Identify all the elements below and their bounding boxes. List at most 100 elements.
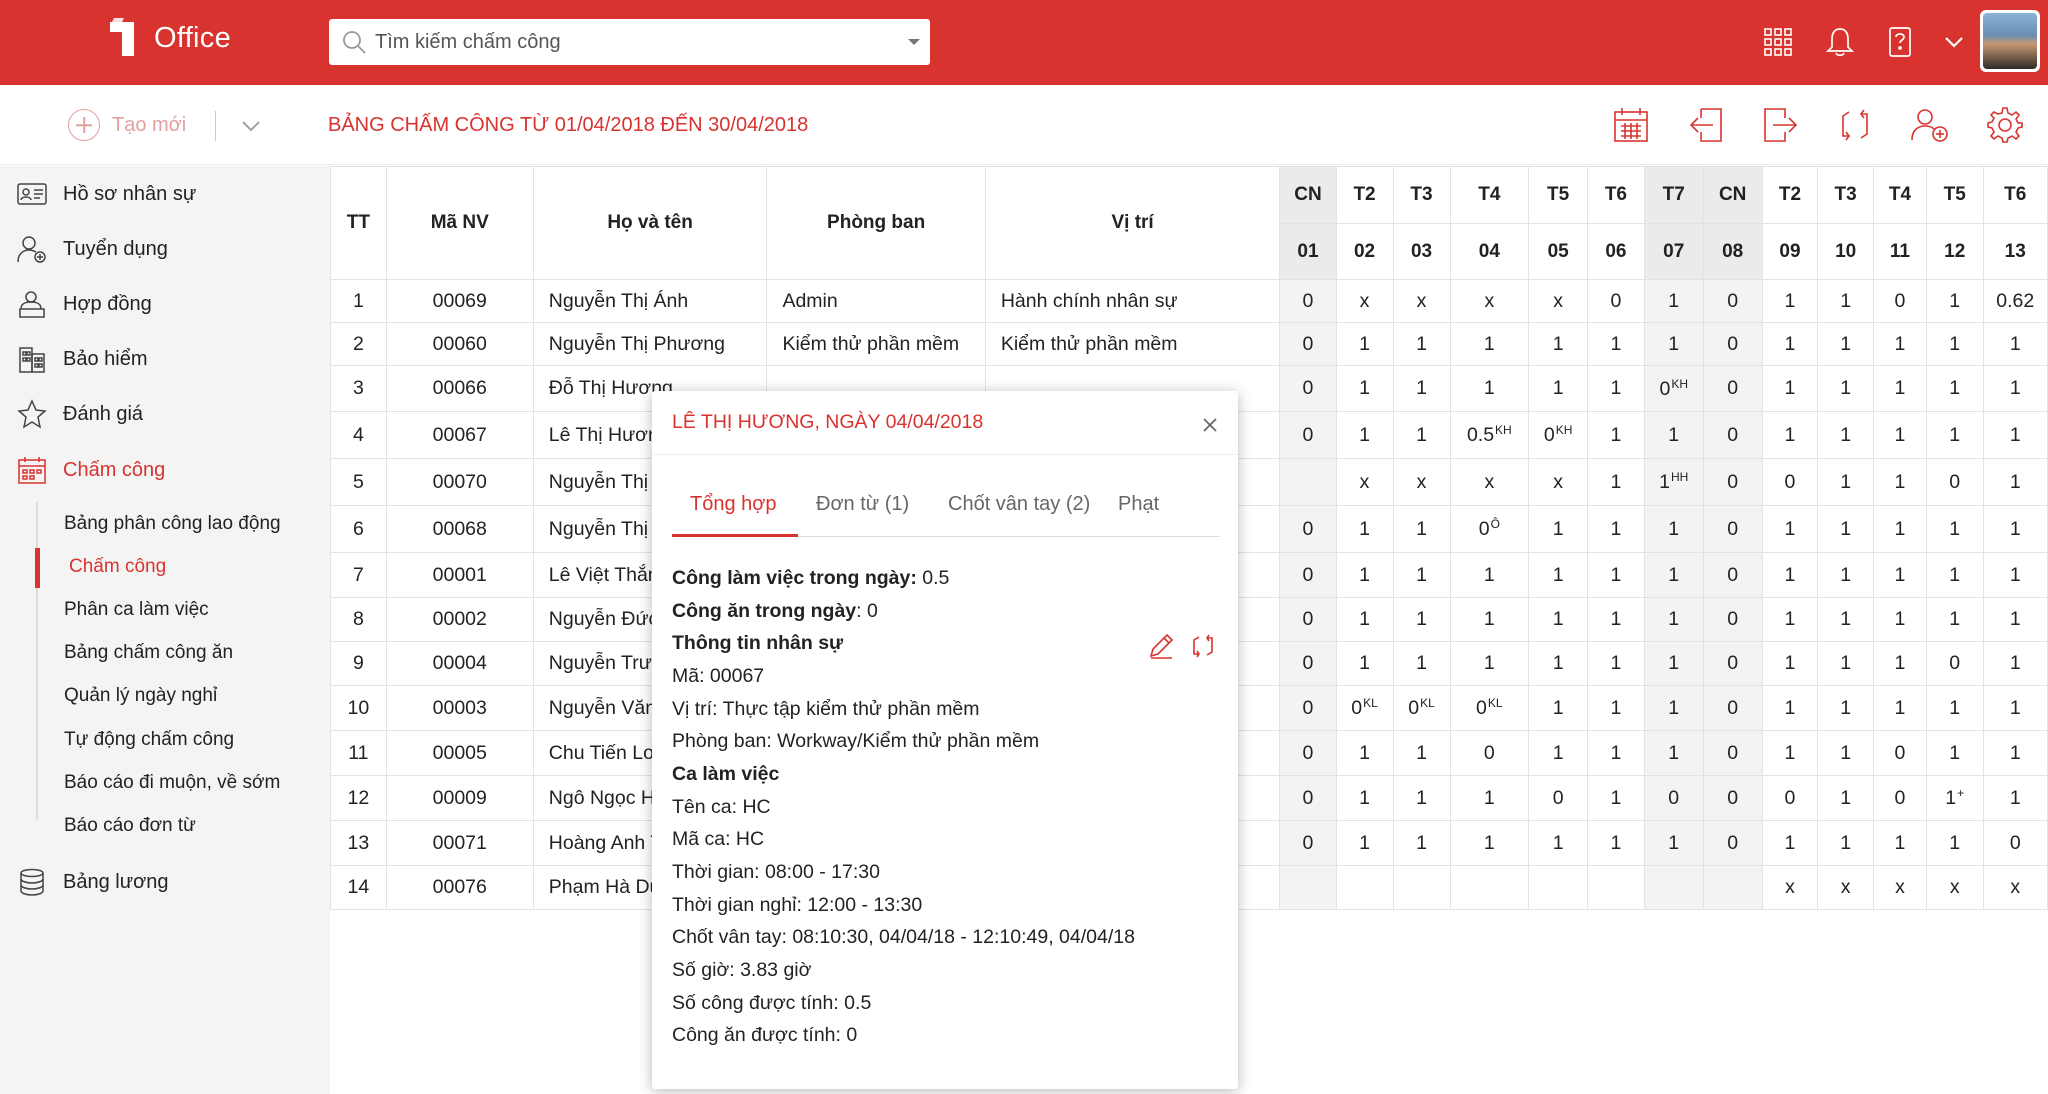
attendance-cell[interactable]: 1 bbox=[1587, 685, 1645, 731]
table-row[interactable]: 2 00060 Nguyễn Thị Phương Kiểm thử phần mềm… bbox=[330, 322, 2048, 366]
day-of-week-header[interactable]: T6 bbox=[1587, 166, 1645, 224]
attendance-cell[interactable]: 1 bbox=[1449, 322, 1530, 366]
attendance-cell[interactable]: 1 bbox=[1335, 641, 1394, 686]
edit-pencil-icon[interactable] bbox=[1146, 631, 1176, 661]
attendance-cell[interactable]: 1 bbox=[1872, 458, 1927, 506]
import-icon[interactable] bbox=[1684, 103, 1728, 147]
day-of-week-header[interactable]: T6 bbox=[1982, 166, 2048, 224]
attendance-cell[interactable]: 1 bbox=[1643, 322, 1704, 366]
attendance-cell[interactable]: 0 bbox=[1872, 730, 1927, 776]
refresh-icon[interactable] bbox=[1188, 631, 1218, 661]
attendance-cell[interactable]: 1 bbox=[1587, 365, 1645, 412]
sidebar-item-payroll[interactable]: Bảng lương bbox=[16, 862, 168, 902]
day-number-header[interactable]: 09 bbox=[1761, 223, 1819, 280]
attendance-cell[interactable]: 1 bbox=[1449, 641, 1530, 686]
attendance-cell[interactable]: 1 bbox=[1925, 279, 1984, 323]
attendance-cell[interactable]: 1 bbox=[1925, 505, 1984, 553]
attendance-cell[interactable]: 0 bbox=[1279, 411, 1337, 459]
attendance-cell[interactable]: x bbox=[1872, 865, 1927, 910]
attendance-cell[interactable]: 1 bbox=[1449, 365, 1530, 412]
attendance-cell[interactable]: 1 bbox=[1392, 775, 1451, 821]
attendance-cell[interactable]: 1 bbox=[1761, 411, 1819, 459]
day-number-header[interactable]: 11 bbox=[1872, 223, 1927, 280]
day-number-header[interactable]: 12 bbox=[1925, 223, 1984, 280]
attendance-cell[interactable]: 1 bbox=[1817, 279, 1874, 323]
attendance-cell[interactable]: 1 bbox=[1528, 685, 1589, 731]
attendance-cell[interactable]: 1 bbox=[1528, 597, 1589, 642]
col-header-code[interactable]: Mã NV bbox=[385, 166, 534, 280]
sidebar-item-hr-profile[interactable]: Hồ sơ nhân sự bbox=[16, 174, 196, 214]
tab-penalty[interactable]: Phạt bbox=[1118, 493, 1159, 537]
attendance-cell[interactable]: 0 bbox=[1761, 775, 1819, 821]
attendance-cell[interactable]: 0 bbox=[1279, 279, 1337, 323]
attendance-cell[interactable]: 1 bbox=[1872, 322, 1927, 366]
attendance-cell[interactable]: 0 bbox=[1702, 730, 1763, 776]
attendance-cell[interactable]: 1 bbox=[1587, 775, 1645, 821]
attendance-cell[interactable]: 1 bbox=[1982, 552, 2048, 598]
attendance-cell[interactable] bbox=[1587, 865, 1645, 910]
attendance-cell[interactable]: 0 bbox=[1449, 730, 1530, 776]
attendance-cell[interactable]: 1 bbox=[1761, 730, 1819, 776]
attendance-cell[interactable]: 1 bbox=[1925, 685, 1984, 731]
attendance-cell[interactable]: 1 bbox=[1643, 279, 1704, 323]
attendance-cell[interactable]: 1 bbox=[1982, 597, 2048, 642]
attendance-cell[interactable]: x bbox=[1817, 865, 1874, 910]
day-of-week-header[interactable]: T4 bbox=[1449, 166, 1530, 224]
attendance-cell[interactable]: 1 bbox=[1982, 641, 2048, 686]
attendance-cell[interactable]: 1 bbox=[1872, 552, 1927, 598]
day-of-week-header[interactable]: T5 bbox=[1925, 166, 1984, 224]
sub-item-timekeeping[interactable]: Chấm công bbox=[69, 551, 166, 583]
attendance-cell[interactable]: 0.5KH bbox=[1449, 411, 1530, 459]
attendance-cell[interactable]: 1 bbox=[1643, 685, 1704, 731]
day-number-header[interactable]: 04 bbox=[1449, 223, 1530, 280]
day-of-week-header[interactable]: T4 bbox=[1872, 166, 1927, 224]
attendance-cell[interactable]: 1 bbox=[1982, 365, 2048, 412]
day-number-header[interactable]: 06 bbox=[1587, 223, 1645, 280]
attendance-cell[interactable]: 1 bbox=[1817, 730, 1874, 776]
attendance-cell[interactable] bbox=[1528, 865, 1589, 910]
close-icon[interactable] bbox=[1198, 413, 1222, 437]
attendance-cell[interactable]: 1 bbox=[1817, 411, 1874, 459]
attendance-cell[interactable] bbox=[1279, 458, 1337, 506]
attendance-cell[interactable]: 0 bbox=[1279, 641, 1337, 686]
sub-item-labor-assignment[interactable]: Bảng phân công lao động bbox=[64, 508, 281, 540]
attendance-cell[interactable]: 0 bbox=[1702, 365, 1763, 412]
attendance-cell[interactable]: 1 bbox=[1528, 505, 1589, 553]
attendance-cell[interactable]: 1 bbox=[1982, 411, 2048, 459]
calendar-icon[interactable] bbox=[1609, 103, 1653, 147]
attendance-cell[interactable]: x bbox=[1449, 279, 1530, 323]
attendance-cell[interactable]: 1 bbox=[1872, 820, 1927, 866]
sidebar-item-contract[interactable]: Hợp đồng bbox=[16, 284, 152, 324]
sub-item-requests-report[interactable]: Báo cáo đơn từ bbox=[64, 810, 196, 842]
attendance-cell[interactable]: 1 bbox=[1335, 505, 1394, 553]
attendance-cell[interactable]: 1 bbox=[1335, 775, 1394, 821]
attendance-cell[interactable]: 1 bbox=[1872, 685, 1927, 731]
attendance-cell[interactable]: 0 bbox=[1279, 820, 1337, 866]
attendance-cell[interactable]: x bbox=[1761, 865, 1819, 910]
attendance-cell[interactable]: 0 bbox=[1702, 505, 1763, 553]
attendance-cell[interactable]: 1 bbox=[1817, 820, 1874, 866]
attendance-cell[interactable]: 1 bbox=[1643, 641, 1704, 686]
day-of-week-header[interactable]: T7 bbox=[1643, 166, 1704, 224]
attendance-cell[interactable]: 1 bbox=[1587, 820, 1645, 866]
attendance-cell[interactable] bbox=[1392, 865, 1451, 910]
attendance-cell[interactable]: 1 bbox=[1872, 505, 1927, 553]
attendance-cell[interactable]: 0 bbox=[1702, 322, 1763, 366]
day-number-header[interactable]: 08 bbox=[1702, 223, 1763, 280]
day-number-header[interactable]: 02 bbox=[1335, 223, 1394, 280]
attendance-cell[interactable]: 1 bbox=[1643, 597, 1704, 642]
help-icon[interactable] bbox=[1880, 22, 1920, 62]
attendance-cell[interactable]: 0 bbox=[1279, 505, 1337, 553]
attendance-cell[interactable]: 1 bbox=[1817, 597, 1874, 642]
attendance-cell[interactable]: 1 bbox=[1392, 730, 1451, 776]
attendance-cell[interactable]: 1 bbox=[1925, 552, 1984, 598]
attendance-cell[interactable]: 0 bbox=[1528, 775, 1589, 821]
day-number-header[interactable]: 01 bbox=[1279, 223, 1337, 280]
attendance-cell[interactable] bbox=[1335, 865, 1394, 910]
sub-item-leave-management[interactable]: Quản lý ngày nghỉ bbox=[64, 680, 217, 712]
attendance-cell[interactable]: 1 bbox=[1587, 641, 1645, 686]
attendance-cell[interactable]: 1 bbox=[1925, 820, 1984, 866]
attendance-cell[interactable]: 1 bbox=[1643, 730, 1704, 776]
attendance-cell[interactable]: 1 bbox=[1817, 365, 1874, 412]
attendance-cell[interactable]: 1 bbox=[1335, 365, 1394, 412]
